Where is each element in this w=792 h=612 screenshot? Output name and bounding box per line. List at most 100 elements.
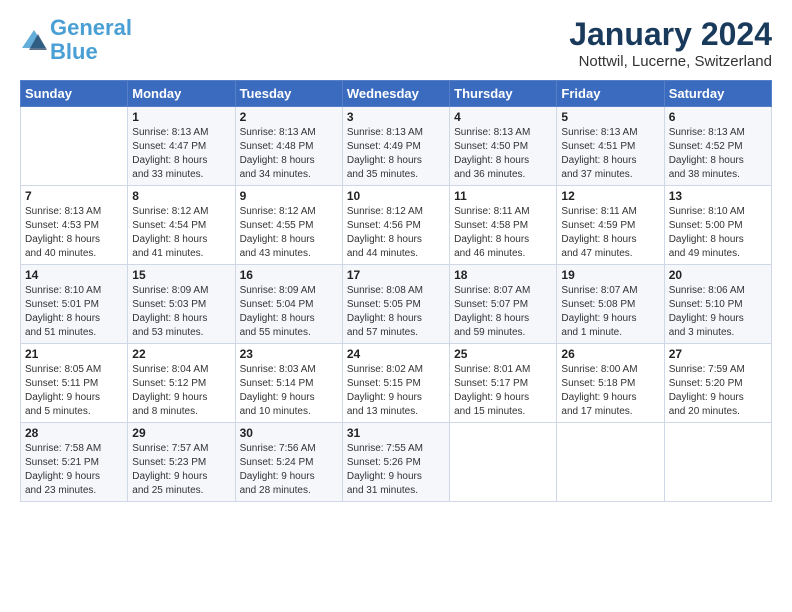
day-info: Sunrise: 8:02 AMSunset: 5:15 PMDaylight:…: [347, 363, 445, 419]
day-info: Sunrise: 8:08 AMSunset: 5:05 PMDaylight:…: [347, 284, 445, 340]
day-number: 28: [25, 426, 123, 440]
header-friday: Friday: [557, 81, 664, 107]
page: General Blue January 2024 Nottwil, Lucer…: [0, 0, 792, 512]
calendar-cell: 11 Sunrise: 8:11 AMSunset: 4:58 PMDayligh…: [450, 186, 557, 265]
day-number: 23: [240, 347, 338, 361]
day-info: Sunrise: 8:06 AMSunset: 5:10 PMDaylight:…: [669, 284, 767, 340]
calendar-cell: 13 Sunrise: 8:10 AMSunset: 5:00 PMDayligh…: [664, 186, 771, 265]
day-number: 8: [132, 189, 230, 203]
calendar-cell: 7Sunrise: 8:13 AMSunset: 4:53 PMDaylight…: [21, 186, 128, 265]
calendar-cell: 20 Sunrise: 8:06 AMSunset: 5:10 PMDayligh…: [664, 265, 771, 344]
day-number: 10: [347, 189, 445, 203]
day-number: 20: [669, 268, 767, 282]
day-number: 9: [240, 189, 338, 203]
day-info: Sunrise: 8:05 AMSunset: 5:11 PMDaylight:…: [25, 363, 123, 419]
calendar-body: 1 Sunrise: 8:13 AMSunset: 4:47 PMDaylight…: [21, 107, 772, 502]
calendar-cell: 29 Sunrise: 7:57 AMSunset: 5:23 PMDayligh…: [128, 423, 235, 502]
day-number: 4: [454, 110, 552, 124]
header-saturday: Saturday: [664, 81, 771, 107]
calendar-cell: [664, 423, 771, 502]
title-block: January 2024 Nottwil, Lucerne, Switzerla…: [569, 16, 772, 70]
day-info: Sunrise: 8:13 AMSunset: 4:49 PMDaylight:…: [347, 126, 445, 182]
day-number: 6: [669, 110, 767, 124]
header-wednesday: Wednesday: [342, 81, 449, 107]
day-number: 29: [132, 426, 230, 440]
calendar-cell: 8 Sunrise: 8:12 AMSunset: 4:54 PMDaylight…: [128, 186, 235, 265]
logo-line1: General: [50, 15, 132, 40]
day-number: 18: [454, 268, 552, 282]
calendar-cell: 24 Sunrise: 8:02 AMSunset: 5:15 PMDayligh…: [342, 344, 449, 423]
day-info: Sunrise: 8:10 AMSunset: 5:00 PMDaylight:…: [669, 205, 767, 261]
calendar-cell: 21 Sunrise: 8:05 AMSunset: 5:11 PMDayligh…: [21, 344, 128, 423]
calendar-cell: 16 Sunrise: 8:09 AMSunset: 5:04 PMDayligh…: [235, 265, 342, 344]
calendar-cell: 2Sunrise: 8:13 AMSunset: 4:48 PMDaylight…: [235, 107, 342, 186]
calendar-cell: 14Sunrise: 8:10 AMSunset: 5:01 PMDayligh…: [21, 265, 128, 344]
calendar-cell: 23Sunrise: 8:03 AMSunset: 5:14 PMDayligh…: [235, 344, 342, 423]
day-number: 25: [454, 347, 552, 361]
day-info: Sunrise: 8:12 AMSunset: 4:54 PMDaylight:…: [132, 205, 230, 261]
day-number: 7: [25, 189, 123, 203]
day-number: 26: [561, 347, 659, 361]
calendar-cell: 31 Sunrise: 7:55 AMSunset: 5:26 PMDayligh…: [342, 423, 449, 502]
day-number: 30: [240, 426, 338, 440]
calendar-cell: 4Sunrise: 8:13 AMSunset: 4:50 PMDaylight…: [450, 107, 557, 186]
calendar-cell: 30 Sunrise: 7:56 AMSunset: 5:24 PMDayligh…: [235, 423, 342, 502]
day-number: 1: [132, 110, 230, 124]
calendar-cell: 22Sunrise: 8:04 AMSunset: 5:12 PMDayligh…: [128, 344, 235, 423]
day-info: Sunrise: 7:57 AMSunset: 5:23 PMDaylight:…: [132, 442, 230, 498]
calendar-cell: [557, 423, 664, 502]
day-info: Sunrise: 8:13 AMSunset: 4:47 PMDaylight:…: [132, 126, 230, 182]
logo-icon: [20, 26, 48, 54]
day-number: 5: [561, 110, 659, 124]
calendar-cell: 17 Sunrise: 8:08 AMSunset: 5:05 PMDayligh…: [342, 265, 449, 344]
week-row-3: 14Sunrise: 8:10 AMSunset: 5:01 PMDayligh…: [21, 265, 772, 344]
day-info: Sunrise: 8:11 AMSunset: 4:58 PMDaylight:…: [454, 205, 552, 261]
logo: General Blue: [20, 16, 132, 64]
day-info: Sunrise: 8:07 AMSunset: 5:07 PMDaylight:…: [454, 284, 552, 340]
calendar-header: Sunday Monday Tuesday Wednesday Thursday…: [21, 81, 772, 107]
day-number: 16: [240, 268, 338, 282]
day-number: 11: [454, 189, 552, 203]
week-row-4: 21 Sunrise: 8:05 AMSunset: 5:11 PMDayligh…: [21, 344, 772, 423]
day-number: 13: [669, 189, 767, 203]
day-info: Sunrise: 7:55 AMSunset: 5:26 PMDaylight:…: [347, 442, 445, 498]
calendar-cell: 18 Sunrise: 8:07 AMSunset: 5:07 PMDayligh…: [450, 265, 557, 344]
calendar-cell: 28 Sunrise: 7:58 AMSunset: 5:21 PMDayligh…: [21, 423, 128, 502]
calendar-cell: 3Sunrise: 8:13 AMSunset: 4:49 PMDaylight…: [342, 107, 449, 186]
day-info: Sunrise: 8:09 AMSunset: 5:04 PMDaylight:…: [240, 284, 338, 340]
day-number: 12: [561, 189, 659, 203]
week-row-5: 28 Sunrise: 7:58 AMSunset: 5:21 PMDayligh…: [21, 423, 772, 502]
day-info: Sunrise: 7:58 AMSunset: 5:21 PMDaylight:…: [25, 442, 123, 498]
calendar-cell: 15 Sunrise: 8:09 AMSunset: 5:03 PMDayligh…: [128, 265, 235, 344]
day-number: 22: [132, 347, 230, 361]
week-row-1: 1 Sunrise: 8:13 AMSunset: 4:47 PMDaylight…: [21, 107, 772, 186]
day-number: 24: [347, 347, 445, 361]
day-number: 17: [347, 268, 445, 282]
header-thursday: Thursday: [450, 81, 557, 107]
day-number: 31: [347, 426, 445, 440]
header-sunday: Sunday: [21, 81, 128, 107]
header-tuesday: Tuesday: [235, 81, 342, 107]
calendar-table: Sunday Monday Tuesday Wednesday Thursday…: [20, 80, 772, 502]
day-info: Sunrise: 8:13 AMSunset: 4:48 PMDaylight:…: [240, 126, 338, 182]
calendar-cell: 25Sunrise: 8:01 AMSunset: 5:17 PMDayligh…: [450, 344, 557, 423]
week-row-2: 7Sunrise: 8:13 AMSunset: 4:53 PMDaylight…: [21, 186, 772, 265]
calendar-cell: 27Sunrise: 7:59 AMSunset: 5:20 PMDayligh…: [664, 344, 771, 423]
day-number: 19: [561, 268, 659, 282]
day-number: 21: [25, 347, 123, 361]
day-number: 15: [132, 268, 230, 282]
calendar-cell: 9 Sunrise: 8:12 AMSunset: 4:55 PMDaylight…: [235, 186, 342, 265]
day-info: Sunrise: 8:09 AMSunset: 5:03 PMDaylight:…: [132, 284, 230, 340]
day-info: Sunrise: 8:11 AMSunset: 4:59 PMDaylight:…: [561, 205, 659, 261]
day-info: Sunrise: 7:56 AMSunset: 5:24 PMDaylight:…: [240, 442, 338, 498]
day-info: Sunrise: 8:13 AMSunset: 4:52 PMDaylight:…: [669, 126, 767, 182]
month-title: January 2024: [569, 16, 772, 53]
header-monday: Monday: [128, 81, 235, 107]
header: General Blue January 2024 Nottwil, Lucer…: [20, 16, 772, 70]
day-info: Sunrise: 8:12 AMSunset: 4:55 PMDaylight:…: [240, 205, 338, 261]
day-info: Sunrise: 8:13 AMSunset: 4:51 PMDaylight:…: [561, 126, 659, 182]
calendar-cell: 26Sunrise: 8:00 AMSunset: 5:18 PMDayligh…: [557, 344, 664, 423]
day-info: Sunrise: 7:59 AMSunset: 5:20 PMDaylight:…: [669, 363, 767, 419]
logo-text: General Blue: [50, 16, 132, 64]
calendar-cell: 5 Sunrise: 8:13 AMSunset: 4:51 PMDaylight…: [557, 107, 664, 186]
